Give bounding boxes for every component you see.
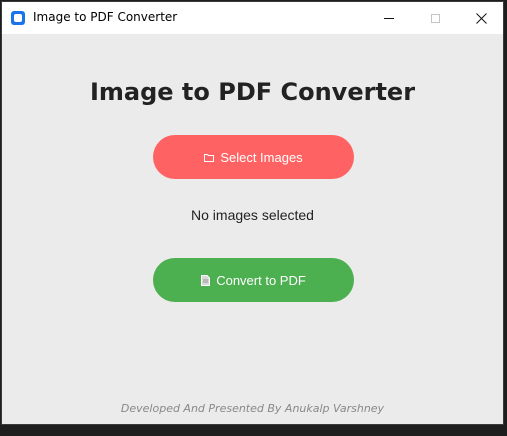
folder-icon [204,153,215,162]
page-title: Image to PDF Converter [89,78,416,106]
minimize-icon [384,17,394,19]
window-title: Image to PDF Converter [33,10,178,24]
close-icon [475,12,487,24]
select-images-label: Select Images [220,149,303,165]
document-icon [201,274,211,286]
convert-to-pdf-button[interactable]: Convert to PDF [153,258,354,302]
maximize-icon [430,13,440,23]
convert-to-pdf-label: Convert to PDF [216,272,306,288]
footer-credit: Developed And Presented By Anukalp Varsh… [120,402,385,415]
maximize-button[interactable] [412,2,458,34]
app-icon [11,11,25,25]
title-bar[interactable]: Image to PDF Converter [2,2,503,34]
select-images-button[interactable]: Select Images [153,135,354,179]
app-window: Image to PDF Converter Image to PDF Conv… [1,1,504,425]
desktop-background [0,426,507,436]
minimize-button[interactable] [366,2,412,34]
close-button[interactable] [458,2,504,34]
selection-status: No images selected [191,207,314,223]
